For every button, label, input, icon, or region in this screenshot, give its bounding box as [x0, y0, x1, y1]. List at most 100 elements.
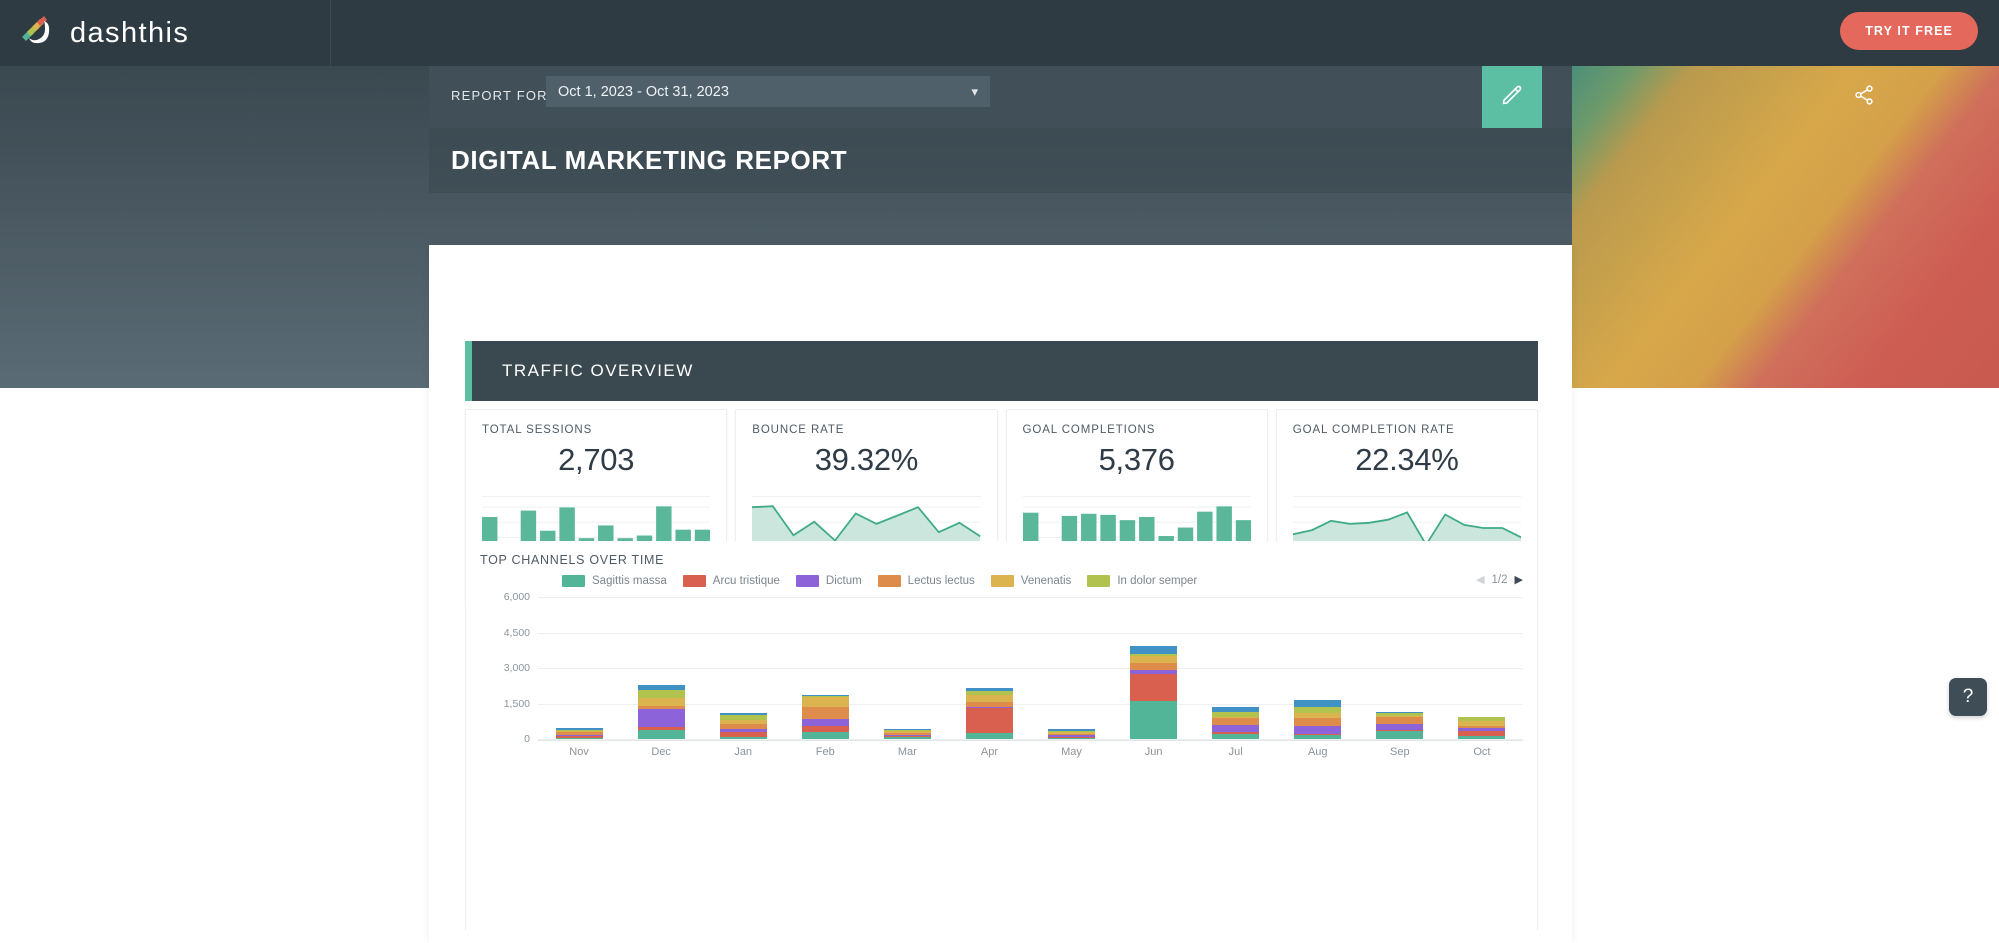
legend-label: Lectus lectus	[907, 575, 975, 587]
legend-item[interactable]: In dolor semper	[1087, 575, 1197, 587]
bar-segment	[1130, 674, 1178, 701]
bar-slot[interactable]	[948, 597, 1030, 739]
stacked-bar[interactable]	[1212, 707, 1260, 739]
x-axis-tick-label: Apr	[980, 746, 998, 758]
top-channels-chart-widget: TOP CHANNELS OVER TIME Sagittis massa Arc…	[465, 541, 1538, 941]
bar-segment	[1212, 733, 1260, 739]
bar-segment	[1376, 717, 1424, 725]
legend-color-swatch	[562, 575, 585, 587]
x-axis-tick-label: Jan	[734, 746, 753, 758]
stacked-bar[interactable]	[1458, 717, 1506, 739]
report-toolbar: REPORT FOR Oct 1, 2023 - Oct 31, 2023 ▾	[429, 66, 1873, 128]
stacked-bar[interactable]	[1130, 645, 1178, 739]
y-axis-tick-label: 0	[524, 733, 530, 745]
legend-item[interactable]: Dictum	[795, 575, 862, 587]
legend-color-swatch	[990, 575, 1014, 587]
chart-bars	[538, 597, 1523, 739]
bar-slot[interactable]	[1113, 597, 1195, 739]
legend-item[interactable]: Sagittis massa	[562, 575, 667, 587]
chart-legend: Sagittis massa Arcu tristique Dictum Lectus…	[562, 575, 1427, 587]
chevron-down-icon: ▾	[971, 83, 978, 99]
bar-slot[interactable]	[1441, 597, 1523, 739]
stacked-bar[interactable]	[965, 688, 1013, 739]
try-it-free-button[interactable]: TRY IT FREE	[1840, 12, 1978, 50]
bar-segment	[1212, 717, 1260, 725]
bar-slot[interactable]	[866, 597, 948, 739]
kpi-label: GOAL COMPLETIONS	[1022, 424, 1156, 436]
bar-segment	[555, 737, 603, 739]
section-title: TRAFFIC OVERVIEW	[502, 361, 694, 380]
pager-label: 1/2	[1491, 574, 1508, 586]
stacked-bar[interactable]	[719, 712, 767, 739]
legend-color-swatch	[682, 575, 706, 587]
dashthis-bird-logo-icon	[16, 13, 56, 53]
triangle-left-icon[interactable]: ◀	[1476, 574, 1484, 586]
legend-color-swatch	[795, 575, 819, 587]
legend-item[interactable]: Lectus lectus	[877, 575, 975, 587]
kpi-label: TOTAL SESSIONS	[482, 424, 593, 436]
legend-label: Arcu tristique	[712, 575, 780, 587]
legend-color-swatch	[1087, 575, 1111, 587]
bar-slot[interactable]	[620, 597, 702, 739]
bar-slot[interactable]	[784, 597, 866, 739]
share-button[interactable]	[1844, 77, 1884, 117]
bar-slot[interactable]	[538, 597, 620, 739]
legend-label: In dolor semper	[1117, 575, 1198, 587]
date-range-selector[interactable]: Oct 1, 2023 - Oct 31, 2023 ▾	[546, 76, 990, 107]
triangle-right-icon[interactable]: ▶	[1515, 574, 1523, 586]
stacked-bar[interactable]	[555, 728, 603, 739]
bar-slot[interactable]	[702, 597, 784, 739]
section-accent-bar	[465, 341, 472, 401]
bar-segment	[1212, 724, 1260, 733]
stacked-bar[interactable]	[1376, 712, 1424, 739]
y-axis-tick-label: 6,000	[503, 591, 530, 603]
x-axis-tick-label: Mar	[897, 746, 917, 758]
bar-segment	[801, 732, 849, 739]
stacked-bar[interactable]	[883, 728, 931, 739]
bar-segment	[965, 733, 1013, 739]
bar-segment	[637, 729, 685, 739]
stacked-bar[interactable]	[801, 694, 849, 739]
kpi-value: 2,703	[558, 442, 635, 477]
bar-segment	[719, 736, 767, 739]
bar-segment	[965, 694, 1013, 702]
bar-slot[interactable]	[1359, 597, 1441, 739]
kpi-label: GOAL COMPLETION RATE	[1292, 424, 1455, 436]
x-axis-tick-label: Dec	[651, 746, 671, 758]
share-icon	[1853, 84, 1875, 111]
kpi-value: 22.34%	[1355, 442, 1459, 477]
page-title: DIGITAL MARKETING REPORT	[451, 145, 848, 175]
stacked-bar[interactable]	[637, 684, 685, 739]
legend-label: Dictum	[825, 575, 862, 587]
y-axis: 0 1,500 3,000 4,500 6,000	[480, 591, 536, 745]
x-axis-tick-label: May	[1061, 746, 1082, 758]
edit-report-button[interactable]	[1482, 66, 1542, 128]
report-title-band: DIGITAL MARKETING REPORT	[429, 128, 1572, 193]
x-axis: Nov Dec Jan Feb Mar Apr May Jun Jul Aug Sep Oct	[538, 740, 1523, 758]
traffic-overview-header: TRAFFIC OVERVIEW	[465, 341, 1538, 401]
kpi-value: 39.32%	[814, 442, 919, 477]
y-axis-tick-label: 4,500	[503, 626, 530, 639]
bar-slot[interactable]	[1277, 597, 1359, 739]
stacked-bar[interactable]	[1048, 728, 1095, 739]
x-axis-tick-label: Sep	[1390, 746, 1410, 758]
legend-item[interactable]: Arcu tristique	[682, 575, 780, 587]
bar-slot[interactable]	[1195, 597, 1277, 739]
bar-segment	[1294, 726, 1342, 734]
x-axis-tick-label: Oct	[1473, 746, 1491, 758]
y-axis-tick-label: 1,500	[503, 697, 530, 710]
bar-slot[interactable]	[1030, 597, 1112, 739]
legend-item[interactable]: Venenatis	[990, 575, 1071, 587]
legend-color-swatch	[877, 575, 901, 587]
x-axis-tick-label: Aug	[1307, 746, 1328, 758]
bar-segment	[637, 698, 685, 706]
stacked-bar[interactable]	[1294, 700, 1342, 739]
x-axis-tick-label: Feb	[815, 746, 835, 758]
bar-segment	[883, 737, 931, 739]
brand-logo-area[interactable]: dashthis	[0, 0, 331, 66]
x-axis-tick-label: Jun	[1144, 746, 1163, 758]
help-button[interactable]: ?	[1949, 678, 1987, 716]
sheet-bottom-edge	[429, 930, 1572, 943]
bar-segment	[965, 708, 1013, 734]
bar-segment	[1376, 731, 1424, 739]
